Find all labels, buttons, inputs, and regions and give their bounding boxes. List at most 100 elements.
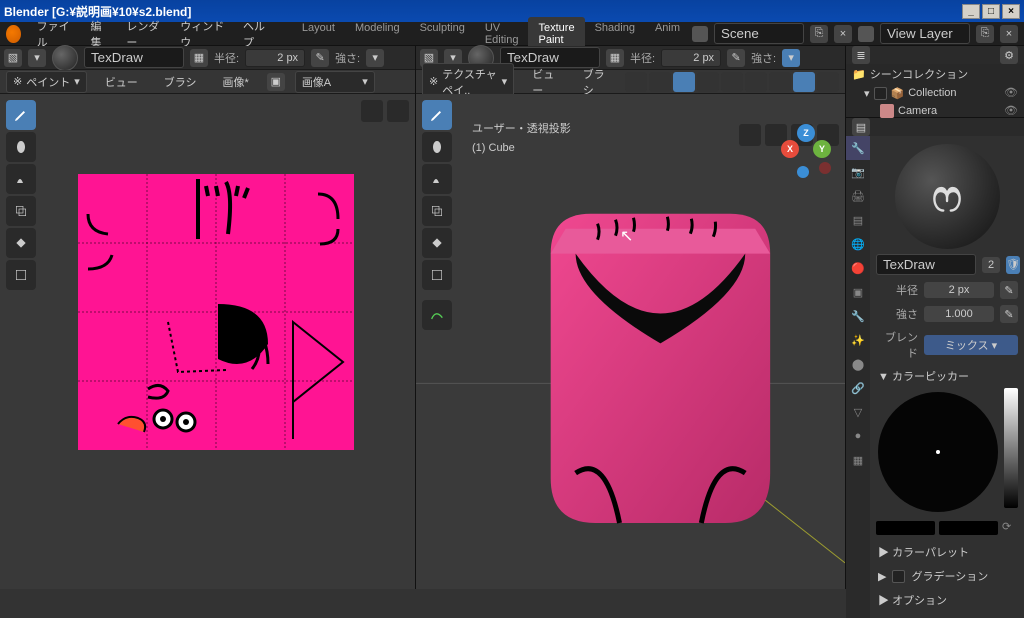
ptab-output[interactable]: 🖨	[846, 184, 870, 208]
gradation-checkbox[interactable]	[892, 570, 905, 583]
new-scene-icon[interactable]: ⎘	[810, 25, 828, 43]
properties-type-icon[interactable]: ▤	[852, 118, 870, 136]
panel-color-palette-header[interactable]: ▶ カラーパレット	[876, 540, 1018, 564]
uv-radius-field[interactable]: 2 px	[245, 49, 305, 67]
tool-fill[interactable]	[6, 228, 36, 258]
v3d-strength-label: 強さ:	[751, 50, 776, 66]
uv-pressure-radius-icon[interactable]: ✎	[311, 49, 329, 67]
chevron-down-icon[interactable]: ▾	[28, 49, 46, 67]
uv-brush-name-input[interactable]	[84, 47, 184, 68]
delete-viewlayer-icon[interactable]: ×	[1000, 25, 1018, 43]
ptab-data[interactable]: ▽	[846, 400, 870, 424]
ptab-viewlayer[interactable]: ▤	[846, 208, 870, 232]
shading-solid-icon[interactable]	[769, 72, 791, 92]
panel-color-picker-header[interactable]: ▼ カラーピッカー	[876, 364, 1018, 388]
uv-menu-image[interactable]: 画像*	[215, 71, 257, 93]
scene-icon[interactable]	[692, 26, 708, 42]
prop-radius-label: 半径	[876, 282, 918, 298]
properties-header: ▤	[846, 118, 1024, 136]
ptab-physics[interactable]: ⬤	[846, 352, 870, 376]
snap-icon[interactable]	[625, 72, 647, 92]
ptab-render[interactable]: 📷	[846, 160, 870, 184]
ptab-world[interactable]: 🔴	[846, 256, 870, 280]
v3d-viewport[interactable]: ユーザー・透視投影 (1) Cube Z X Y	[416, 94, 845, 589]
value-slider[interactable]	[1004, 388, 1018, 508]
brush-users[interactable]: 2	[982, 257, 1000, 273]
overlay-toggle-icon[interactable]	[697, 72, 719, 92]
tool-smear[interactable]	[6, 164, 36, 194]
ptab-modifiers[interactable]: 🔧	[846, 304, 870, 328]
panel-options-header[interactable]: ▶ オプション	[876, 588, 1018, 612]
prop-blend-label: ブレンド	[876, 329, 918, 361]
close-button[interactable]: ×	[1002, 4, 1020, 19]
shading-material-icon[interactable]	[793, 72, 815, 92]
ptab-material[interactable]: ●	[846, 424, 870, 448]
ptab-particles[interactable]: ✨	[846, 328, 870, 352]
collection-checkbox[interactable]	[874, 87, 887, 100]
color-swatch-secondary[interactable]	[939, 521, 998, 535]
editor-type-icon[interactable]: ▧	[4, 49, 22, 67]
hand-icon[interactable]	[361, 100, 383, 122]
delete-scene-icon[interactable]: ×	[834, 25, 852, 43]
sidebar-toggle-icon[interactable]	[387, 100, 409, 122]
outliner-type-icon[interactable]: ≣	[852, 46, 870, 64]
swap-colors-icon[interactable]: ⟳	[1002, 520, 1018, 536]
blender-logo-icon[interactable]	[6, 25, 21, 43]
fake-user-icon[interactable]: 🛡	[1006, 256, 1020, 274]
filter-icon[interactable]: ⚙	[1000, 46, 1018, 64]
color-wheel[interactable]	[878, 392, 998, 512]
shading-rendered-icon[interactable]	[817, 72, 839, 92]
uv-texture-canvas[interactable]	[78, 174, 354, 450]
uv-viewport[interactable]	[0, 94, 415, 589]
v3d-radius-label: 半径:	[630, 50, 655, 66]
tree-collection[interactable]: ▾ 📦 Collection 👁	[846, 84, 1024, 102]
prop-blend-dropdown[interactable]: ミックス ▾	[924, 335, 1018, 355]
maximize-button[interactable]: □	[982, 4, 1000, 19]
viewlayer-icon[interactable]	[858, 26, 874, 42]
uv-editor-subheader: ※ペイント▾ ビュー ブラシ 画像* ▣ 画像A▾	[0, 70, 415, 94]
brush-name-field[interactable]	[876, 254, 976, 275]
visibility-eye-icon[interactable]: 👁	[1004, 104, 1018, 118]
ptab-tool[interactable]: 🔧	[846, 136, 870, 160]
tool-mask[interactable]	[6, 260, 36, 290]
v3d-radius-field[interactable]: 2 px	[661, 49, 721, 67]
tool-draw[interactable]	[6, 100, 36, 130]
uv-editor-header: ▧ ▾ ▦ 半径: 2 px ✎ 強さ: ▾	[0, 46, 415, 70]
uv-brush-menu-icon[interactable]: ▦	[190, 49, 208, 67]
proportional-icon[interactable]	[649, 72, 671, 92]
ptab-scene[interactable]: 🌐	[846, 232, 870, 256]
panel-gradation-header[interactable]: ▶ グラデーション	[876, 564, 1018, 588]
ptab-constraints[interactable]: 🔗	[846, 376, 870, 400]
v3d-pressure-radius-icon[interactable]: ✎	[727, 49, 745, 67]
prop-strength-value[interactable]: 1.000	[924, 306, 994, 322]
v3d-strength-toggle-icon[interactable]: ▾	[782, 49, 800, 67]
pressure-icon[interactable]: ✎	[1000, 305, 1018, 323]
xray-icon[interactable]	[721, 72, 743, 92]
uv-menu-brush[interactable]: ブラシ	[156, 71, 205, 93]
uv-image-selector[interactable]: 画像A▾	[295, 71, 375, 93]
scene-name-input[interactable]	[714, 23, 804, 44]
properties-tabs: 🔧 📷 🖨 ▤ 🌐 🔴 ▣ 🔧 ✨ ⬤ 🔗 ▽ ● ▦	[846, 136, 870, 618]
brush-sphere-preview[interactable]: ෆ	[895, 144, 1000, 249]
ptab-object[interactable]: ▣	[846, 280, 870, 304]
brush-preview-icon[interactable]	[52, 45, 78, 71]
image-icon[interactable]: ▣	[267, 73, 285, 91]
tool-clone[interactable]	[6, 196, 36, 226]
ptab-texture[interactable]: ▦	[846, 448, 870, 472]
minimize-button[interactable]: _	[962, 4, 980, 19]
new-viewlayer-icon[interactable]: ⎘	[976, 25, 994, 43]
prop-radius-value[interactable]: 2 px	[924, 282, 994, 298]
v3d-editor-subheader: ※テクスチャペイ..▾ ビュー ブラシ	[416, 70, 845, 94]
tree-scene-collection[interactable]: 📁 シーンコレクション	[846, 64, 1024, 84]
uv-menu-view[interactable]: ビュー	[97, 71, 146, 93]
uv-mode-dropdown[interactable]: ※ペイント▾	[6, 71, 87, 93]
uv-strength-label: 強さ:	[335, 50, 360, 66]
viewlayer-name-input[interactable]	[880, 23, 970, 44]
uv-strength-menu-icon[interactable]: ▾	[366, 49, 384, 67]
shading-wireframe-icon[interactable]	[745, 72, 767, 92]
color-swatch-primary[interactable]	[876, 521, 935, 535]
tool-soften[interactable]	[6, 132, 36, 162]
visibility-eye-icon[interactable]: 👁	[1004, 86, 1018, 100]
gizmo-toggle-icon[interactable]	[673, 72, 695, 92]
pressure-icon[interactable]: ✎	[1000, 281, 1018, 299]
